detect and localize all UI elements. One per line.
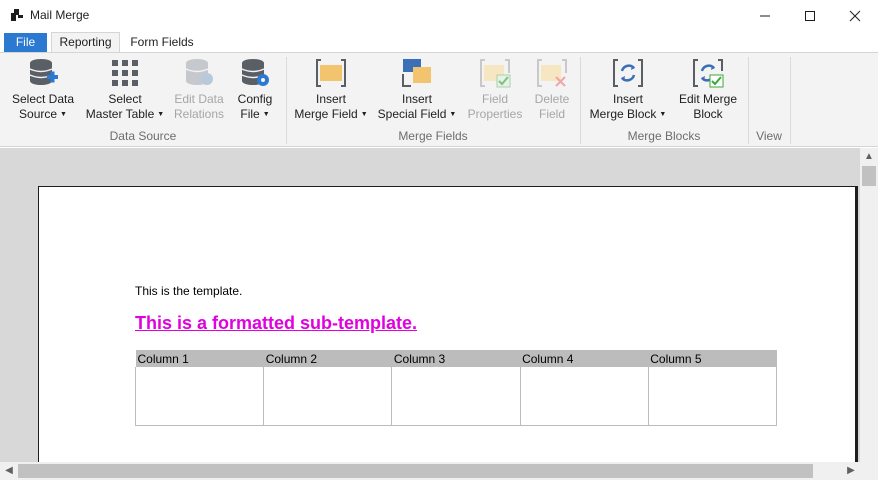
- merge-table[interactable]: Column 1 Column 2 Column 3 Column 4 Colu…: [134, 350, 778, 426]
- table-header-cell[interactable]: Column 1: [135, 350, 264, 367]
- window-title: Mail Merge: [30, 8, 90, 22]
- group-divider: [790, 57, 791, 144]
- horizontal-scroll-thumb[interactable]: [18, 464, 813, 478]
- close-button[interactable]: [832, 0, 878, 31]
- tab-form-fields[interactable]: Form Fields: [125, 33, 199, 53]
- template-text[interactable]: This is the template.: [135, 284, 242, 298]
- database-relations-icon: [185, 59, 213, 85]
- edit-merge-block-label-2: Block: [693, 107, 723, 121]
- select-data-source-button[interactable]: Select Data Source ▼: [10, 57, 76, 122]
- group-label-merge-fields: Merge Fields: [398, 129, 468, 143]
- table-cell[interactable]: [134, 367, 265, 426]
- merge-block-icon: [613, 59, 643, 87]
- delete-field-button[interactable]: Delete Field: [530, 57, 574, 122]
- insert-special-field-label-1: Insert: [401, 92, 432, 106]
- special-field-icon: [402, 59, 431, 87]
- group-label-view: View: [756, 129, 782, 143]
- ribbon: Select Data Source ▼ Select Master Table ▼…: [0, 52, 878, 147]
- scroll-right-icon[interactable]: ▶: [842, 462, 860, 480]
- vertical-scrollbar[interactable]: ▲: [860, 148, 878, 462]
- edit-merge-block-icon: [693, 59, 724, 88]
- delete-field-label-2: Field: [538, 107, 565, 121]
- subtemplate-text[interactable]: This is a formatted sub-template.: [135, 313, 417, 334]
- tab-file[interactable]: File: [4, 33, 47, 53]
- app-icon: [11, 9, 23, 21]
- scroll-left-icon[interactable]: ◀: [0, 462, 18, 480]
- edit-data-relations-button[interactable]: Edit Data Relations: [170, 57, 228, 122]
- table-cell[interactable]: [519, 367, 649, 426]
- table-header-cell[interactable]: Column 5: [648, 350, 777, 367]
- insert-merge-block-button[interactable]: Insert Merge Block ▼: [586, 57, 670, 122]
- insert-merge-field-button[interactable]: Insert Merge Field ▼: [292, 57, 370, 122]
- dropdown-caret-icon: ▼: [60, 111, 67, 119]
- insert-merge-field-label-1: Insert: [315, 92, 346, 106]
- database-config-icon: [241, 59, 269, 86]
- delete-field-label-1: Delete: [534, 92, 570, 106]
- ribbon-tabs: File Reporting Form Fields: [0, 31, 878, 53]
- database-add-icon: [29, 59, 58, 85]
- table-cell[interactable]: [263, 367, 393, 426]
- table-cell[interactable]: [391, 367, 521, 426]
- document-page[interactable]: This is the template. This is a formatte…: [38, 186, 856, 462]
- insert-merge-block-label-2: Merge Block: [589, 107, 657, 121]
- select-data-source-label-1: Select Data: [11, 92, 75, 106]
- select-master-table-button[interactable]: Select Master Table ▼: [84, 57, 166, 122]
- group-label-merge-blocks: Merge Blocks: [627, 129, 701, 143]
- insert-merge-block-label-1: Insert: [612, 92, 643, 106]
- minimize-button[interactable]: [742, 0, 788, 31]
- table-header-cell[interactable]: Column 4: [520, 350, 649, 367]
- scroll-up-icon[interactable]: ▲: [860, 148, 878, 166]
- title-bar: Mail Merge: [0, 0, 878, 31]
- field-properties-icon: [480, 59, 511, 88]
- edit-data-relations-label-2: Relations: [173, 107, 225, 121]
- insert-special-field-label-2: Special Field: [377, 107, 447, 121]
- select-master-table-label-1: Select: [108, 92, 142, 106]
- maximize-button[interactable]: [787, 0, 833, 31]
- config-file-label-2: File: [240, 107, 260, 121]
- edit-merge-block-label-1: Edit Merge: [678, 92, 738, 106]
- table-header-cell[interactable]: Column 3: [391, 350, 521, 367]
- maximize-icon: [805, 10, 815, 21]
- document-area: This is the template. This is a formatte…: [0, 148, 860, 462]
- delete-field-icon: [537, 59, 567, 87]
- table-cell[interactable]: [647, 367, 778, 426]
- select-data-source-label-2: Source: [19, 107, 58, 121]
- config-file-button[interactable]: Config File ▼: [232, 57, 278, 122]
- table-header-cell[interactable]: Column 2: [263, 350, 392, 367]
- dropdown-caret-icon: ▼: [262, 111, 270, 119]
- table-grid-icon: [112, 60, 138, 86]
- horizontal-scrollbar[interactable]: ◀ ▶: [0, 462, 860, 480]
- insert-merge-field-label-2: Merge Field: [294, 107, 358, 121]
- select-master-table-label-2: Master Table: [85, 107, 155, 121]
- dropdown-caret-icon: ▼: [360, 111, 368, 119]
- dropdown-caret-icon: ▼: [157, 111, 165, 119]
- minimize-icon: [760, 15, 770, 16]
- edit-merge-block-button[interactable]: Edit Merge Block: [674, 57, 742, 122]
- field-properties-label-2: Properties: [467, 107, 523, 121]
- dropdown-caret-icon: ▼: [659, 111, 667, 119]
- scrollbar-corner: [860, 462, 878, 480]
- vertical-scroll-thumb[interactable]: [862, 166, 876, 186]
- merge-field-icon: [316, 59, 346, 87]
- table-row: [134, 367, 778, 426]
- field-properties-button[interactable]: Field Properties: [464, 57, 526, 122]
- group-label-data-source: Data Source: [109, 129, 177, 143]
- tab-reporting[interactable]: Reporting: [51, 32, 120, 53]
- edit-data-relations-label-1: Edit Data: [174, 92, 224, 106]
- config-file-label-1: Config: [237, 92, 273, 106]
- insert-special-field-button[interactable]: Insert Special Field ▼: [376, 57, 458, 122]
- dropdown-caret-icon: ▼: [449, 111, 457, 119]
- close-icon: [849, 10, 861, 21]
- field-properties-label-1: Field: [481, 92, 508, 106]
